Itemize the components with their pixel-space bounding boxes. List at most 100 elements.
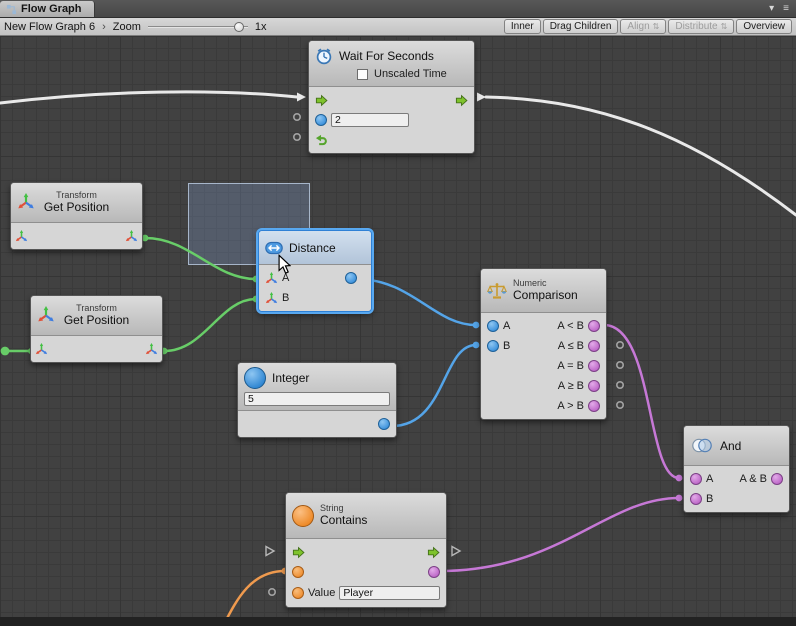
a-lessequal-b-port[interactable] xyxy=(588,340,600,352)
string-target-port[interactable] xyxy=(292,566,304,578)
flow-out-port-icon[interactable] xyxy=(427,546,440,559)
breadcrumb[interactable]: New Flow Graph 6 xyxy=(4,21,95,33)
distance-output-port[interactable] xyxy=(345,272,357,284)
wire-distance-to-comparison-a xyxy=(356,279,476,325)
port-dot[interactable] xyxy=(473,342,480,349)
and-a-port[interactable] xyxy=(690,473,702,485)
output-label: A ≤ B xyxy=(558,340,584,352)
flow-arrowhead-in-icon xyxy=(297,93,306,102)
node-integer[interactable]: Integer xyxy=(237,362,397,438)
unconnected-port-icon[interactable] xyxy=(294,134,300,140)
transform-input-port-icon[interactable] xyxy=(35,343,48,356)
align-dropdown-icon: ⇅ xyxy=(653,23,660,31)
integer-value-input[interactable] xyxy=(244,392,390,406)
integer-type-icon xyxy=(244,367,266,389)
output-label: A < B xyxy=(557,320,584,332)
node-and[interactable]: And A A & B B xyxy=(683,425,790,513)
output-label: A ≥ B xyxy=(558,380,584,392)
unconnected-port-icon[interactable] xyxy=(294,114,300,120)
and-b-port[interactable] xyxy=(690,493,702,505)
zoom-slider[interactable] xyxy=(148,21,248,33)
contains-result-port[interactable] xyxy=(428,566,440,578)
a-greater-b-port[interactable] xyxy=(588,400,600,412)
wire-flow-entry xyxy=(0,92,297,103)
seconds-port[interactable] xyxy=(315,114,327,126)
comparison-a-port[interactable] xyxy=(487,320,499,332)
wire-integer-to-comparison-b xyxy=(392,345,476,426)
port-label-b: B xyxy=(282,292,289,304)
vector-b-port-icon[interactable] xyxy=(265,292,278,305)
value-input[interactable] xyxy=(339,586,440,600)
output-label: A = B xyxy=(557,360,584,372)
output-label: A > B xyxy=(557,400,584,412)
loop-flow-port-icon[interactable] xyxy=(315,134,328,147)
position-output-port-icon[interactable] xyxy=(125,230,138,243)
node-get-position-2[interactable]: Transform Get Position xyxy=(30,295,163,363)
overview-button[interactable]: Overview xyxy=(736,19,792,34)
distribute-button[interactable]: Distribute⇅ xyxy=(668,19,734,34)
graph-canvas[interactable]: Wait For Seconds Unscaled Time xyxy=(0,36,796,617)
node-string-contains[interactable]: String Contains Value xyxy=(285,492,447,608)
node-title: Integer xyxy=(272,371,309,385)
unscaled-time-label: Unscaled Time xyxy=(374,68,447,80)
seconds-input[interactable] xyxy=(331,113,409,127)
vector-a-port-icon[interactable] xyxy=(265,272,278,285)
node-get-position-1[interactable]: Transform Get Position xyxy=(10,182,143,250)
port-dot[interactable] xyxy=(676,495,683,502)
scales-icon xyxy=(487,282,507,300)
a-less-b-port[interactable] xyxy=(588,320,600,332)
node-wait-for-seconds[interactable]: Wait For Seconds Unscaled Time xyxy=(308,40,475,154)
node-title: Distance xyxy=(289,241,336,255)
a-greaterequal-b-port[interactable] xyxy=(588,380,600,392)
node-distance[interactable]: Distance A B xyxy=(258,230,372,312)
comparison-b-port[interactable] xyxy=(487,340,499,352)
inner-button[interactable]: Inner xyxy=(504,19,541,34)
node-title: Comparison xyxy=(513,289,578,303)
integer-output-port[interactable] xyxy=(378,418,390,430)
port-dot[interactable] xyxy=(676,475,683,482)
unconnected-flow-icon[interactable] xyxy=(452,547,460,556)
node-title: Contains xyxy=(320,514,367,528)
and-result-port[interactable] xyxy=(771,473,783,485)
panel-menu-icon[interactable]: ≡ xyxy=(783,3,789,14)
port-dot[interactable] xyxy=(473,322,480,329)
wire-contains-to-and-b xyxy=(440,498,679,571)
graph-toolbar: New Flow Graph 6 › Zoom 1x Inner Drag Ch… xyxy=(0,18,796,36)
breadcrumb-chevron-icon: › xyxy=(102,21,106,33)
port-dot[interactable] xyxy=(1,347,10,356)
unconnected-port-icon[interactable] xyxy=(617,402,623,408)
window-bottom-edge xyxy=(0,617,796,626)
flow-out-port-icon[interactable] xyxy=(455,94,468,107)
value-port[interactable] xyxy=(292,587,304,599)
output-label: A & B xyxy=(739,473,767,485)
align-button[interactable]: Align⇅ xyxy=(620,19,666,34)
a-equal-b-port[interactable] xyxy=(588,360,600,372)
port-label-a: A xyxy=(706,473,713,485)
unconnected-port-icon[interactable] xyxy=(617,342,623,348)
position-output-port-icon[interactable] xyxy=(145,343,158,356)
zoom-slider-track[interactable] xyxy=(148,26,248,28)
zoom-value: 1x xyxy=(255,21,267,33)
unconnected-port-icon[interactable] xyxy=(617,362,623,368)
wire-flow-exit xyxy=(486,97,796,215)
drag-children-button[interactable]: Drag Children xyxy=(543,19,619,34)
port-label-b: B xyxy=(706,493,713,505)
unconnected-port-icon[interactable] xyxy=(269,589,275,595)
wire-comparison-to-and-a xyxy=(604,325,679,478)
unconnected-flow-icon[interactable] xyxy=(266,547,274,556)
node-numeric-comparison[interactable]: Numeric Comparison A A < B B A ≤ B A xyxy=(480,268,607,420)
zoom-slider-handle[interactable] xyxy=(234,22,244,32)
unscaled-time-checkbox[interactable] xyxy=(357,69,368,80)
window-titlebar: Flow Graph ▾ ≡ xyxy=(0,0,796,18)
flow-graph-tab[interactable]: Flow Graph xyxy=(0,1,95,17)
flow-in-port-icon[interactable] xyxy=(315,94,328,107)
string-type-icon xyxy=(292,505,314,527)
node-title: And xyxy=(720,439,741,453)
transform-input-port-icon[interactable] xyxy=(15,230,28,243)
unconnected-port-icon[interactable] xyxy=(617,382,623,388)
flow-graph-icon xyxy=(6,4,17,15)
timer-clock-icon xyxy=(315,47,333,65)
panel-dropdown-icon[interactable]: ▾ xyxy=(769,3,774,14)
port-label-b: B xyxy=(503,340,510,352)
flow-in-port-icon[interactable] xyxy=(292,546,305,559)
